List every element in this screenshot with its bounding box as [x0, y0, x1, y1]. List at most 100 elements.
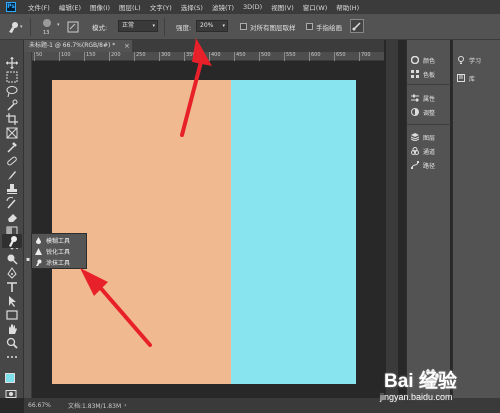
divider: [407, 84, 451, 85]
clone-stamp-tool-icon[interactable]: [6, 183, 18, 195]
smudge-tool-preset-icon[interactable]: [6, 20, 20, 34]
adjustments-half-circle-icon: [411, 108, 419, 116]
properties-sliders-icon: [411, 94, 419, 102]
zoom-level[interactable]: 66.67%: [28, 402, 68, 409]
panel-collapse-strip[interactable]: [386, 40, 398, 398]
healing-brush-tool-icon[interactable]: [6, 155, 18, 167]
brush-tip-icon: [43, 19, 51, 27]
ruler-tick: 350: [184, 52, 196, 61]
flyout-item-blur[interactable]: 模糊工具: [35, 235, 85, 246]
close-tab-icon[interactable]: ×: [124, 40, 130, 52]
document-size-info[interactable]: 文档:1.83M/1.83M: [68, 401, 121, 410]
eraser-tool-icon[interactable]: [6, 211, 18, 223]
menu-file[interactable]: 文件(F): [28, 2, 50, 12]
panel-swatches[interactable]: 色板: [411, 68, 435, 80]
finger-painting-checkbox[interactable]: [306, 23, 313, 30]
crop-tool-icon[interactable]: [6, 113, 18, 125]
panel-channels[interactable]: 通道: [411, 145, 435, 157]
menu-layer[interactable]: 图层(L): [119, 2, 141, 12]
brush-settings-panel-icon[interactable]: [66, 20, 80, 34]
menu-bar: Ps 文件(F) 编辑(E) 图像(I) 图层(L) 文字(Y) 选择(S) 滤…: [0, 0, 500, 14]
eyedropper-tool-icon[interactable]: [6, 141, 18, 153]
document-canvas[interactable]: [52, 80, 356, 384]
rectangle-tool-icon[interactable]: [6, 309, 18, 321]
quick-selection-tool-icon[interactable]: [6, 99, 18, 111]
marquee-tool-icon[interactable]: [6, 71, 18, 83]
flyout-item-sharpen[interactable]: 锐化工具: [35, 246, 85, 257]
panel-paths[interactable]: 路径: [411, 159, 435, 171]
baidu-jingyan-watermark: Bai 经验 jingyan.baidu.com: [356, 362, 496, 412]
zoom-tool-icon[interactable]: [6, 337, 18, 349]
selected-bullet-icon: ▪: [26, 256, 31, 263]
horizontal-ruler[interactable]: 50 100 150 200 250 300 350 400 450 500 5…: [32, 52, 384, 61]
chevron-down-icon[interactable]: ▾: [20, 24, 23, 30]
ruler-tick: 400: [209, 52, 221, 61]
path-selection-tool-icon[interactable]: [6, 295, 18, 307]
menu-type[interactable]: 文字(Y): [150, 2, 172, 12]
divider: [164, 18, 165, 36]
learn-lightbulb-icon: [458, 56, 464, 64]
ruler-tick: 200: [109, 52, 121, 61]
menu-edit[interactable]: 编辑(E): [59, 2, 81, 12]
cyan-fill-area: [231, 80, 356, 384]
menu-view[interactable]: 视图(V): [271, 2, 294, 12]
ruler-tick: 450: [234, 52, 246, 61]
quick-mask-icon[interactable]: [5, 390, 17, 402]
brush-tool-icon[interactable]: [6, 169, 18, 181]
libraries-icon: [457, 74, 465, 82]
ruler-tick: 100: [59, 52, 71, 61]
type-tool-icon[interactable]: [6, 281, 18, 293]
menu-image[interactable]: 图像(I): [90, 2, 110, 12]
ruler-tick: 150: [84, 52, 96, 61]
menu-help[interactable]: 帮助(H): [336, 2, 359, 12]
brush-size-value: 13: [43, 30, 50, 36]
frame-tool-icon[interactable]: [6, 127, 18, 139]
chevron-down-icon[interactable]: ▾: [57, 22, 60, 28]
flyout-item-smudge[interactable]: 涂抹工具: [35, 257, 85, 268]
swatches-grid-icon: [411, 70, 419, 78]
mode-select[interactable]: 正常 ▾: [118, 20, 158, 32]
lasso-tool-icon[interactable]: [6, 85, 18, 97]
options-bar: ▾ 13 ▾ 模式: 正常 ▾ 强度: 20% ▾ 对所有图层取样 手指绘画: [0, 14, 500, 40]
smudge-tool-icon[interactable]: [6, 235, 18, 247]
history-brush-tool-icon[interactable]: [6, 197, 18, 209]
panel-label: 色板: [423, 71, 436, 79]
finger-painting-label: 手指绘画: [316, 24, 342, 32]
sample-all-layers-checkbox[interactable]: [240, 23, 247, 30]
sample-all-layers-label: 对所有图层取样: [250, 24, 296, 32]
paths-pen-icon: [411, 161, 419, 169]
flyout-item-label: 锐化工具: [46, 249, 71, 256]
more-tools-icon[interactable]: [6, 351, 18, 363]
hand-tool-icon[interactable]: [6, 323, 18, 335]
panel-layers[interactable]: 图层: [411, 131, 435, 143]
ruler-tick: 550: [284, 52, 296, 61]
panel-dock-1: 颜色 色板 属性 调整 图层 通道 路径: [406, 40, 451, 398]
watermark-url: jingyan.baidu.com: [380, 392, 453, 402]
watermark-logo: Bai 经验: [384, 371, 457, 392]
menu-select[interactable]: 选择(S): [181, 2, 203, 12]
pressure-size-icon[interactable]: [350, 19, 364, 33]
chevron-down-icon: ▾: [152, 23, 155, 29]
panel-learn[interactable]: 学习: [457, 54, 481, 66]
dodge-tool-icon[interactable]: [6, 253, 18, 265]
divider: [30, 18, 31, 36]
panel-libraries[interactable]: 库: [457, 72, 475, 84]
move-tool-icon[interactable]: [6, 57, 18, 69]
tool-flyout-menu: 模糊工具 锐化工具 涂抹工具: [31, 233, 87, 269]
foreground-color-swatch[interactable]: [5, 373, 15, 383]
panel-color[interactable]: 颜色: [411, 54, 435, 66]
strength-input[interactable]: 20% ▾: [196, 20, 228, 32]
menu-filter[interactable]: 滤镜(T): [212, 2, 234, 12]
brush-size-picker[interactable]: [40, 17, 54, 31]
vertical-ruler[interactable]: [24, 52, 32, 398]
panel-adjustments[interactable]: 调整: [411, 106, 435, 118]
ruler-tick: 700: [359, 52, 371, 61]
menu-3d[interactable]: 3D(D): [243, 3, 262, 11]
panel-properties[interactable]: 属性: [411, 92, 435, 104]
smudge-finger-icon: [36, 259, 42, 266]
chevron-right-icon[interactable]: ›: [124, 402, 126, 409]
pen-tool-icon[interactable]: [6, 267, 18, 279]
document-tab[interactable]: 未标题-1 @ 66.7%(RGB/8#) *: [24, 40, 132, 52]
tools-panel: [0, 40, 24, 398]
menu-window[interactable]: 窗口(W): [303, 2, 328, 12]
